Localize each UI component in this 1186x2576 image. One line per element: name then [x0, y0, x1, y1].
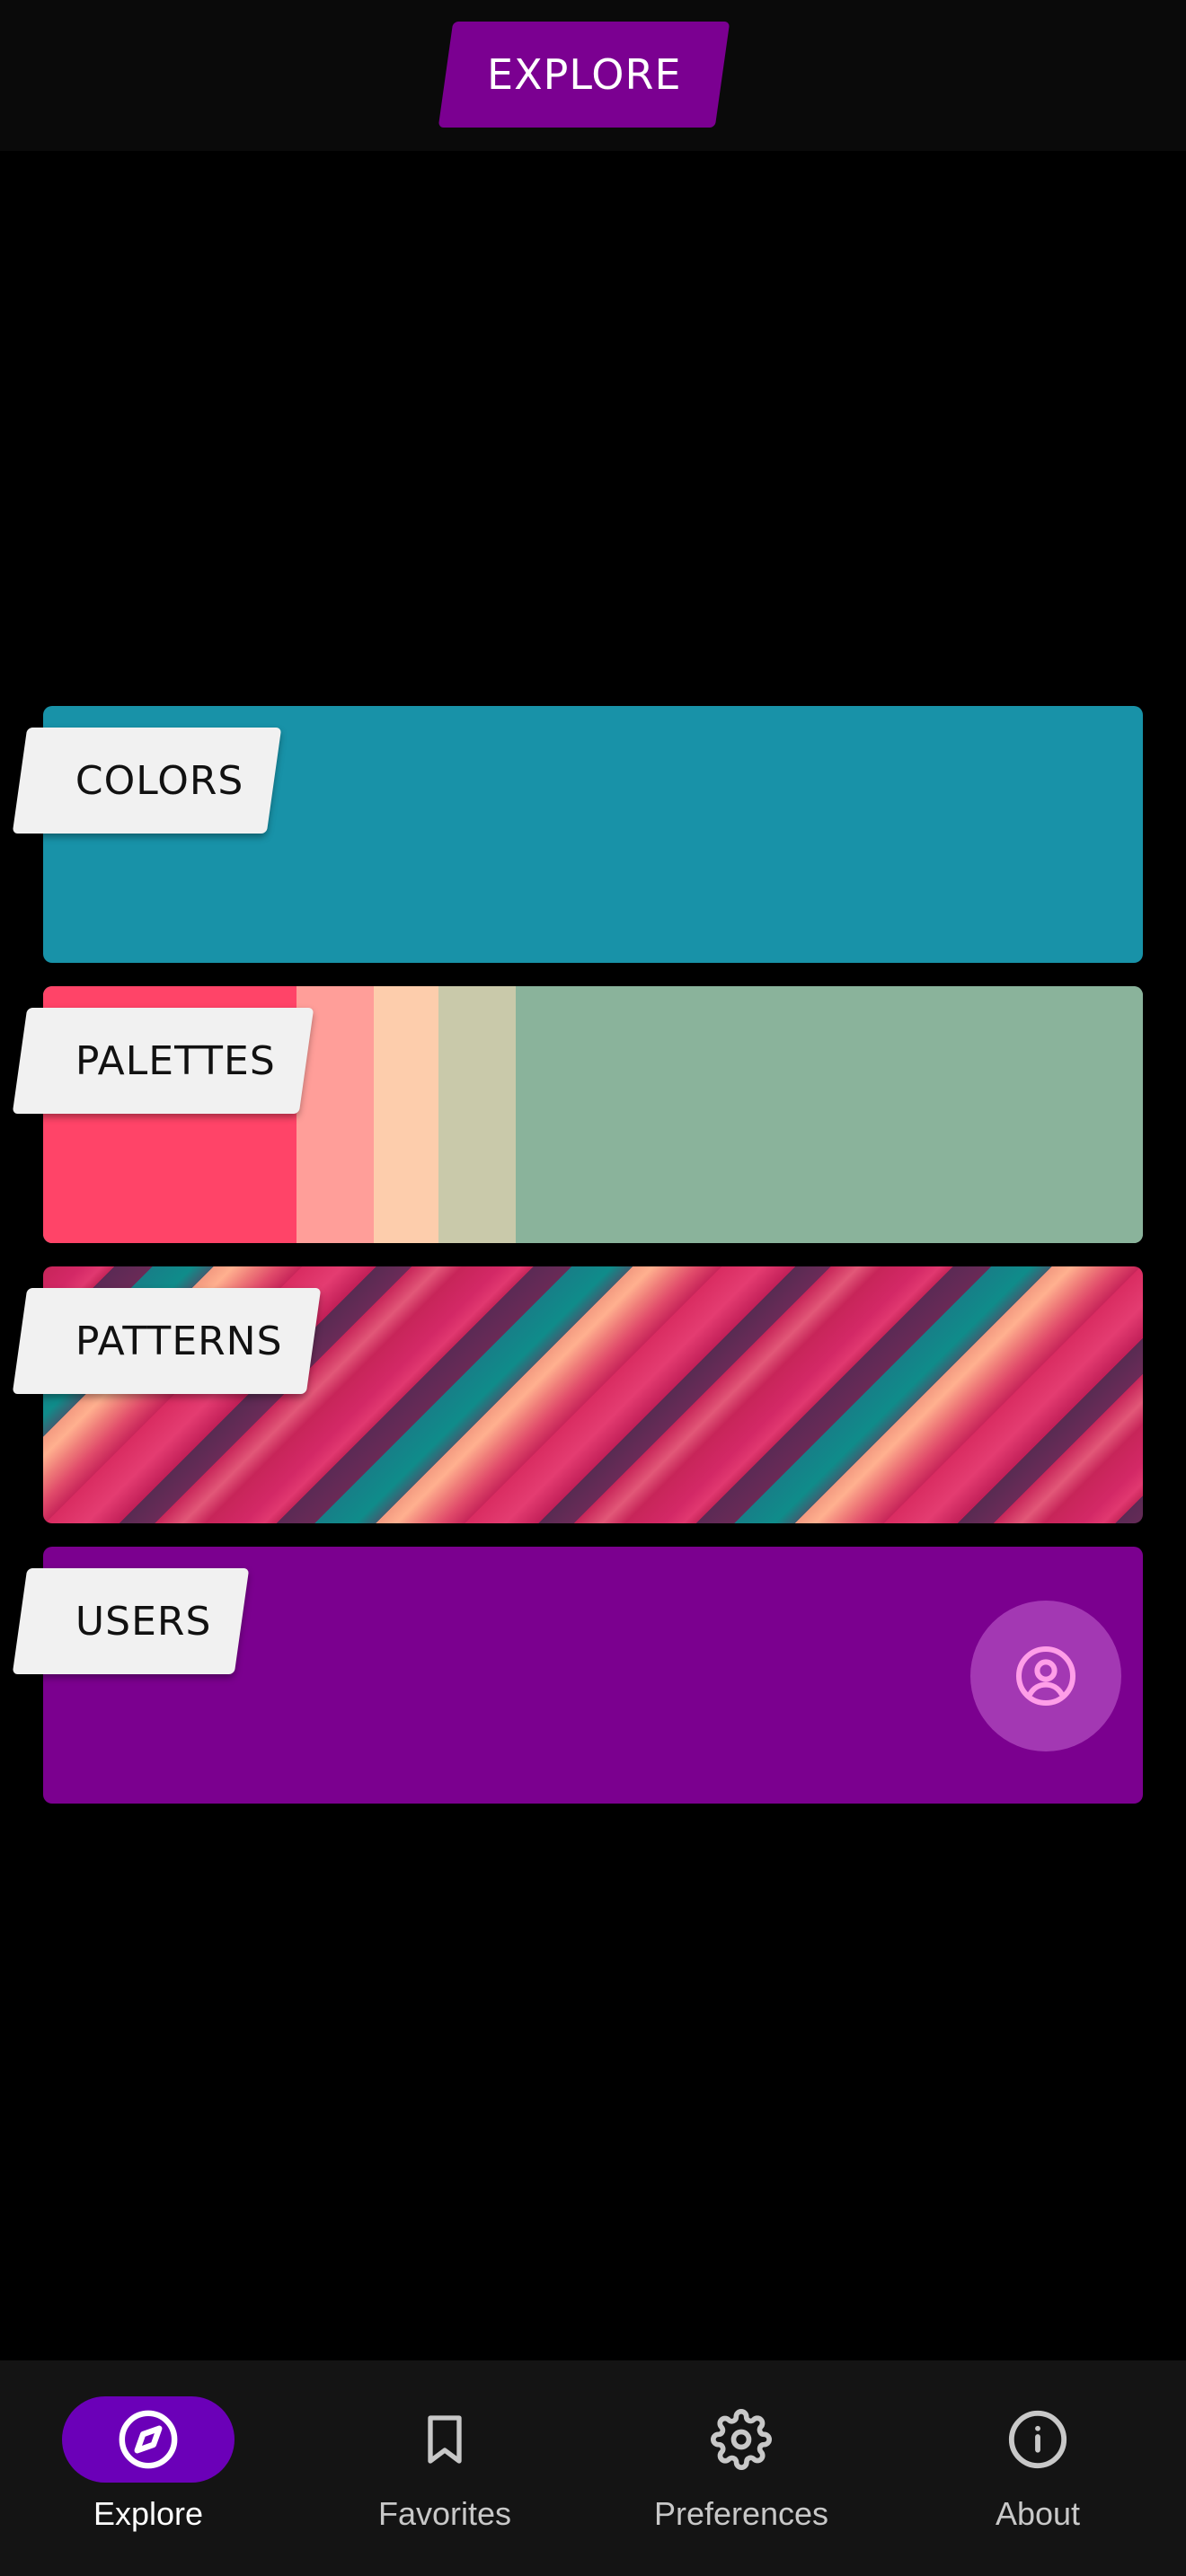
- nav-item-explore[interactable]: Explore: [0, 2360, 296, 2576]
- palette-swatch: [516, 986, 1143, 1243]
- compass-icon: [119, 2410, 178, 2469]
- palette-swatch: [438, 986, 516, 1243]
- page-title: EXPLORE: [486, 50, 682, 99]
- users-card-label: USERS: [75, 1598, 212, 1645]
- patterns-card-label-tag: PATTERNS: [12, 1288, 321, 1394]
- colors-card-label: COLORS: [75, 757, 244, 804]
- nav-icon-container: [358, 2396, 531, 2483]
- nav-label-explore: Explore: [93, 2495, 204, 2532]
- nav-item-favorites[interactable]: Favorites: [296, 2360, 593, 2576]
- nav-label-about: About: [995, 2495, 1081, 2532]
- nav-active-indicator: [62, 2396, 235, 2483]
- top-bar: EXPLORE: [0, 0, 1186, 151]
- nav-icon-container: [655, 2396, 828, 2483]
- nav-label-preferences: Preferences: [653, 2495, 829, 2532]
- palette-swatch: [374, 986, 438, 1243]
- gear-icon: [711, 2409, 772, 2470]
- colors-card-label-tag: COLORS: [12, 728, 282, 834]
- nav-icon-container: [951, 2396, 1124, 2483]
- info-icon: [1008, 2410, 1067, 2469]
- bookmark-icon: [428, 2415, 462, 2464]
- palettes-card-label-tag: PALETTES: [12, 1008, 314, 1114]
- palettes-card-label: PALETTES: [75, 1037, 276, 1084]
- nav-item-preferences[interactable]: Preferences: [593, 2360, 890, 2576]
- nav-label-favorites: Favorites: [377, 2495, 512, 2532]
- page-title-badge: EXPLORE: [438, 22, 730, 128]
- nav-item-about[interactable]: About: [890, 2360, 1186, 2576]
- app-root: EXPLORE COLORS PALETTES PATTERNS USERS E…: [0, 0, 1186, 2576]
- user-circle-icon: [1016, 1646, 1075, 1706]
- patterns-card-label: PATTERNS: [75, 1318, 283, 1364]
- bottom-navigation: Explore Favorites Preferences About: [0, 2360, 1186, 2576]
- users-card-label-tag: USERS: [12, 1568, 250, 1674]
- user-avatar-button[interactable]: [970, 1601, 1121, 1751]
